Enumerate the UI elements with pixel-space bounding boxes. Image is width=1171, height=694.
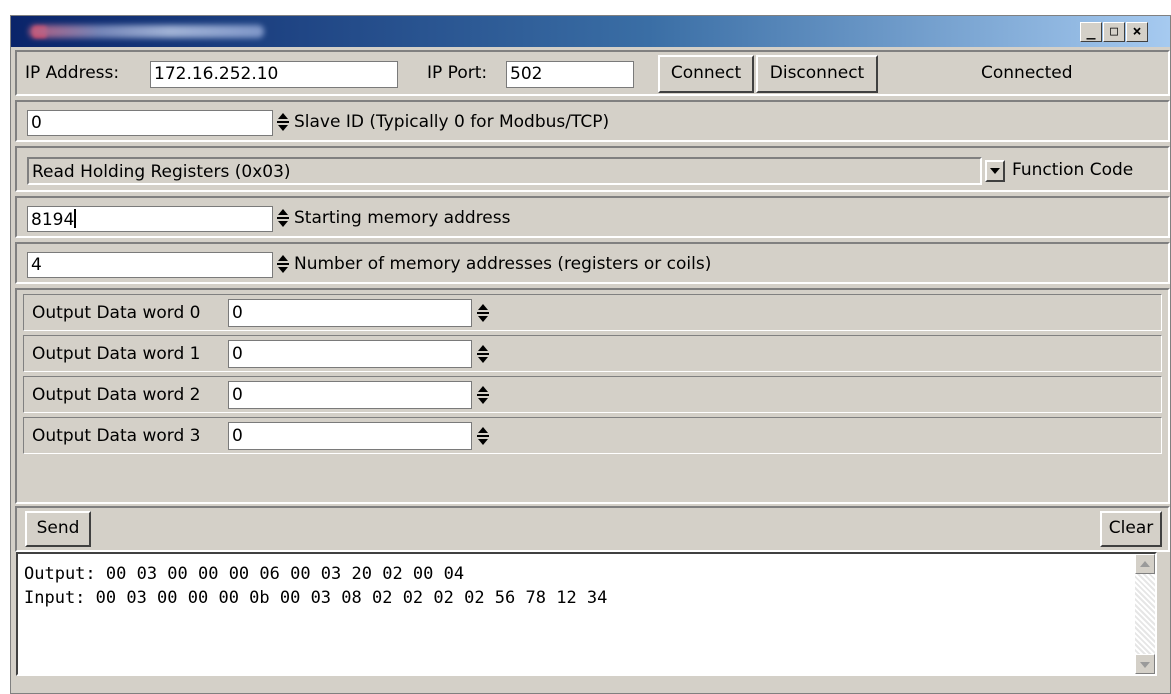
start-address-label: Starting memory address	[294, 208, 511, 228]
ip-address-label: IP Address:	[25, 63, 120, 83]
output-word-input[interactable]: 0	[228, 299, 472, 327]
connect-button[interactable]: Connect	[658, 55, 754, 93]
output-word-label: Output Data word 2	[32, 385, 201, 405]
text-caret	[74, 209, 77, 228]
function-code-label: Function Code	[1012, 160, 1134, 180]
slave-id-row: 0 Slave ID (Typically 0 for Modbus/TCP)	[15, 100, 1170, 142]
start-address-spinner-icon[interactable]	[277, 206, 289, 230]
start-address-input[interactable]: 8194	[27, 206, 273, 232]
action-row: Send Clear	[15, 506, 1170, 552]
maximize-button[interactable]: □	[1103, 22, 1125, 42]
count-row: 4 Number of memory addresses (registers …	[15, 242, 1170, 284]
output-word-spinner-icon[interactable]	[477, 424, 489, 448]
output-word-row: Output Data word 2 0	[23, 376, 1162, 413]
clear-button[interactable]: Clear	[1100, 511, 1162, 547]
start-address-row: 8194 Starting memory address	[15, 196, 1170, 238]
output-word-label: Output Data word 0	[32, 303, 201, 323]
scroll-down-icon[interactable]	[1135, 654, 1155, 674]
ip-address-input[interactable]: 172.16.252.10	[150, 61, 398, 88]
start-address-value: 8194	[31, 210, 75, 230]
vertical-scrollbar[interactable]	[1135, 554, 1155, 674]
minimize-button[interactable]: _	[1080, 22, 1102, 42]
output-word-row: Output Data word 3 0	[23, 417, 1162, 454]
slave-id-spinner-icon[interactable]	[277, 110, 289, 134]
output-word-input[interactable]: 0	[228, 340, 472, 368]
ip-port-input[interactable]: 502	[506, 61, 634, 88]
output-word-label: Output Data word 1	[32, 344, 201, 364]
output-word-spinner-icon[interactable]	[477, 342, 489, 366]
console-output[interactable]: Output: 00 03 00 00 00 06 00 03 20 02 00…	[16, 552, 1157, 676]
console-line: Input: 00 03 00 00 00 0b 00 03 08 02 02 …	[24, 588, 608, 608]
output-word-spinner-icon[interactable]	[477, 383, 489, 407]
slave-id-label: Slave ID (Typically 0 for Modbus/TCP)	[294, 112, 610, 132]
output-word-row: Output Data word 0 0	[23, 294, 1162, 331]
chevron-down-icon[interactable]	[985, 160, 1005, 182]
function-code-row: Read Holding Registers (0x03) Function C…	[15, 146, 1170, 192]
count-label: Number of memory addresses (registers or…	[294, 254, 712, 274]
scroll-up-icon[interactable]	[1135, 554, 1155, 574]
count-input[interactable]: 4	[27, 252, 273, 278]
console-line: Output: 00 03 00 00 00 06 00 03 20 02 00…	[24, 564, 465, 584]
ip-port-label: IP Port:	[427, 63, 488, 83]
slave-id-input[interactable]: 0	[27, 110, 273, 136]
connection-status: Connected	[981, 63, 1073, 83]
output-word-label: Output Data word 3	[32, 426, 201, 446]
output-word-spinner-icon[interactable]	[477, 301, 489, 325]
output-data-group: Output Data word 0 0 Output Data word 1 …	[15, 288, 1170, 504]
window-title-blurred	[29, 25, 264, 38]
function-code-select[interactable]: Read Holding Registers (0x03)	[27, 157, 982, 185]
title-bar[interactable]: _ □ ×	[11, 16, 1170, 47]
disconnect-button[interactable]: Disconnect	[756, 55, 878, 93]
close-button[interactable]: ×	[1126, 22, 1148, 42]
output-word-input[interactable]: 0	[228, 381, 472, 409]
connection-row: IP Address: 172.16.252.10 IP Port: 502 C…	[15, 50, 1170, 96]
output-word-row: Output Data word 1 0	[23, 335, 1162, 372]
output-word-input[interactable]: 0	[228, 422, 472, 450]
send-button[interactable]: Send	[25, 511, 91, 547]
count-spinner-icon[interactable]	[277, 252, 289, 276]
